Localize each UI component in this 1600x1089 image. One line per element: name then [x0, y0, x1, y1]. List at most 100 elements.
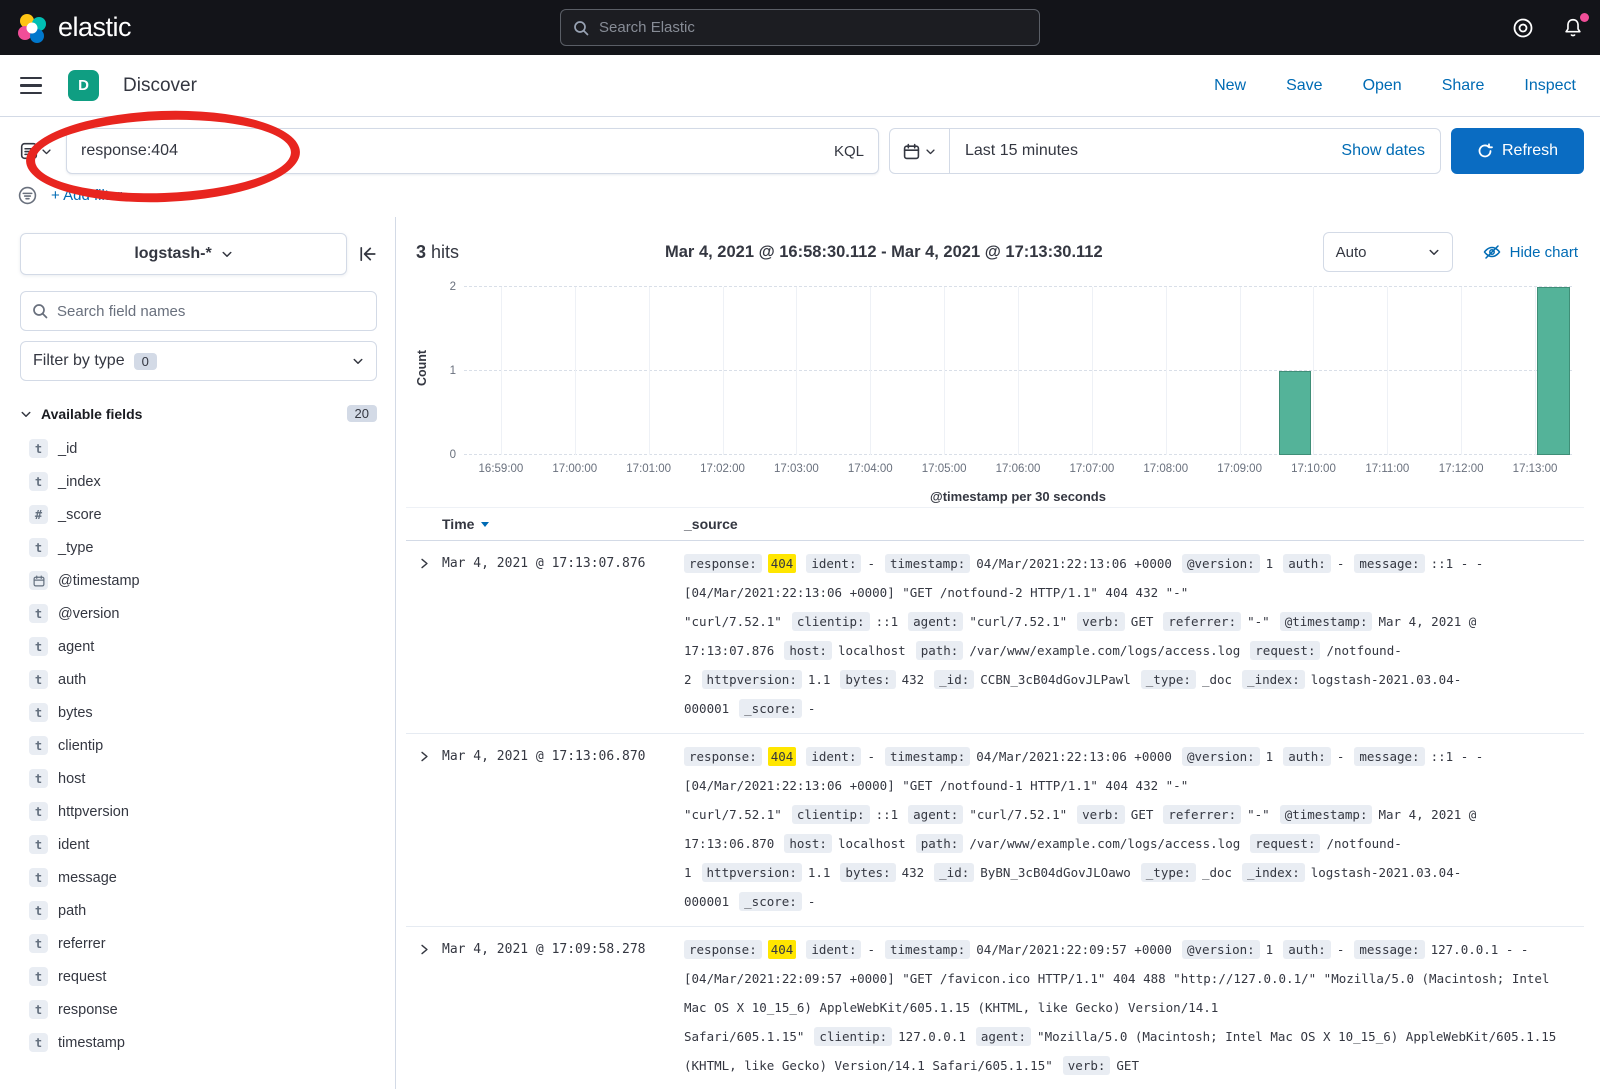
field-key-chip: verb:: [1077, 805, 1125, 824]
field-value: /var/www/example.com/logs/access.log: [969, 643, 1240, 658]
field-key-chip: bytes:: [840, 863, 895, 882]
chevron-down-icon: [1428, 246, 1440, 258]
refresh-button[interactable]: Refresh: [1451, 128, 1584, 174]
refresh-button-label: Refresh: [1502, 142, 1558, 160]
nav-menu-save[interactable]: Save: [1286, 77, 1322, 95]
field-item-path[interactable]: tpath: [20, 894, 377, 927]
field-type-string-icon: t: [29, 802, 48, 821]
field-value: -: [867, 556, 875, 571]
interval-select[interactable]: Auto: [1323, 232, 1453, 272]
x-gridline: [1092, 287, 1093, 455]
field-item-bytes[interactable]: tbytes: [20, 696, 377, 729]
field-value: ::1: [876, 807, 899, 822]
field-item-_type[interactable]: t_type: [20, 531, 377, 564]
field-item-_index[interactable]: t_index: [20, 465, 377, 498]
saved-queries-button[interactable]: [16, 142, 56, 160]
calendar-icon: [903, 143, 920, 160]
field-item-auth[interactable]: tauth: [20, 663, 377, 696]
field-key-chip: @version:: [1182, 940, 1260, 959]
nav-menu: New Save Open Share Inspect: [1214, 77, 1580, 95]
nav-menu-new[interactable]: New: [1214, 77, 1246, 95]
query-language-button[interactable]: KQL: [822, 143, 864, 160]
field-key-chip: response:: [684, 747, 762, 766]
discover-app-badge[interactable]: D: [68, 70, 99, 101]
type-filter-count-badge: 0: [134, 353, 157, 370]
field-key-chip: httpversion:: [702, 670, 802, 689]
time-range-button[interactable]: Last 15 minutes: [950, 142, 1078, 160]
index-pattern-select[interactable]: logstash-*: [20, 233, 347, 275]
field-key-chip: request:: [1250, 834, 1320, 853]
hide-chart-button[interactable]: Hide chart: [1483, 243, 1578, 261]
global-search-input[interactable]: [599, 19, 1027, 36]
field-item-host[interactable]: thost: [20, 762, 377, 795]
field-search[interactable]: [20, 291, 377, 331]
query-input[interactable]: [81, 142, 822, 160]
filter-by-type-button[interactable]: Filter by type 0: [20, 341, 377, 381]
nav-menu-inspect[interactable]: Inspect: [1524, 77, 1576, 95]
chart-plot: 012: [464, 287, 1572, 455]
field-item-_id[interactable]: t_id: [20, 432, 377, 465]
expand-row-icon[interactable]: [406, 935, 442, 1080]
field-item-referrer[interactable]: treferrer: [20, 927, 377, 960]
field-search-input[interactable]: [57, 303, 365, 320]
column-header-time[interactable]: Time: [442, 516, 684, 532]
field-item-message[interactable]: tmessage: [20, 861, 377, 894]
field-key-chip: verb:: [1077, 612, 1125, 631]
date-picker-menu-button[interactable]: [890, 129, 950, 173]
field-item-response[interactable]: tresponse: [20, 993, 377, 1026]
field-item-@version[interactable]: t@version: [20, 597, 377, 630]
field-key-chip: response:: [684, 940, 762, 959]
field-value: 432: [902, 865, 925, 880]
doc-source: response:404ident:-timestamp:04/Mar/2021…: [684, 935, 1584, 1080]
elastic-logo-icon: [16, 12, 48, 44]
date-picker: Last 15 minutes Show dates: [889, 128, 1441, 174]
field-key-chip: auth:: [1283, 554, 1331, 573]
expand-row-icon[interactable]: [406, 549, 442, 723]
add-filter-button[interactable]: + Add filter: [51, 187, 122, 204]
menu-icon[interactable]: [20, 77, 42, 95]
show-dates-button[interactable]: Show dates: [1341, 142, 1440, 160]
field-value: 1: [1266, 942, 1274, 957]
field-item-agent[interactable]: tagent: [20, 630, 377, 663]
field-key-chip: auth:: [1283, 747, 1331, 766]
field-type-string-icon: t: [29, 670, 48, 689]
x-axis-title: @timestamp per 30 seconds: [464, 489, 1572, 504]
search-icon: [573, 20, 589, 36]
histogram-bar[interactable]: [1537, 287, 1570, 455]
field-item-httpversion[interactable]: thttpversion: [20, 795, 377, 828]
field-key-chip: referrer:: [1163, 805, 1241, 824]
elastic-logo[interactable]: elastic: [16, 12, 131, 44]
x-tick-label: 17:01:00: [626, 463, 671, 475]
collapse-sidebar-icon[interactable]: [359, 245, 377, 263]
field-value: -: [867, 942, 875, 957]
x-gridline: [723, 287, 724, 455]
table-row: Mar 4, 2021 @ 17:13:06.870response:404id…: [406, 734, 1584, 927]
field-name: @timestamp: [58, 573, 140, 589]
field-item-_score[interactable]: #_score: [20, 498, 377, 531]
deployment-icon[interactable]: [1512, 17, 1534, 39]
field-item-timestamp[interactable]: ttimestamp: [20, 1026, 377, 1059]
field-value: -: [1337, 942, 1345, 957]
field-value: /var/www/example.com/logs/access.log: [969, 836, 1240, 851]
x-tick-label: 16:59:00: [479, 463, 524, 475]
field-value: localhost: [838, 643, 906, 658]
field-key-chip: @timestamp:: [1280, 805, 1373, 824]
expand-row-icon[interactable]: [406, 742, 442, 916]
global-search[interactable]: [560, 9, 1040, 46]
x-gridline: [1535, 287, 1536, 455]
main-panel: 3 hits Mar 4, 2021 @ 16:58:30.112 - Mar …: [396, 217, 1600, 1089]
field-item-request[interactable]: trequest: [20, 960, 377, 993]
x-gridline: [870, 287, 871, 455]
field-item-ident[interactable]: tident: [20, 828, 377, 861]
nav-menu-open[interactable]: Open: [1363, 77, 1402, 95]
interval-value: Auto: [1336, 244, 1367, 261]
field-type-string-icon: t: [29, 472, 48, 491]
field-item-@timestamp[interactable]: @timestamp: [20, 564, 377, 597]
filter-icon[interactable]: [18, 186, 37, 205]
nav-menu-share[interactable]: Share: [1442, 77, 1485, 95]
available-fields-header[interactable]: Available fields 20: [20, 405, 377, 422]
notifications-icon[interactable]: [1562, 17, 1584, 39]
field-name: _type: [58, 540, 93, 556]
histogram-bar[interactable]: [1279, 371, 1312, 455]
field-item-clientip[interactable]: tclientip: [20, 729, 377, 762]
